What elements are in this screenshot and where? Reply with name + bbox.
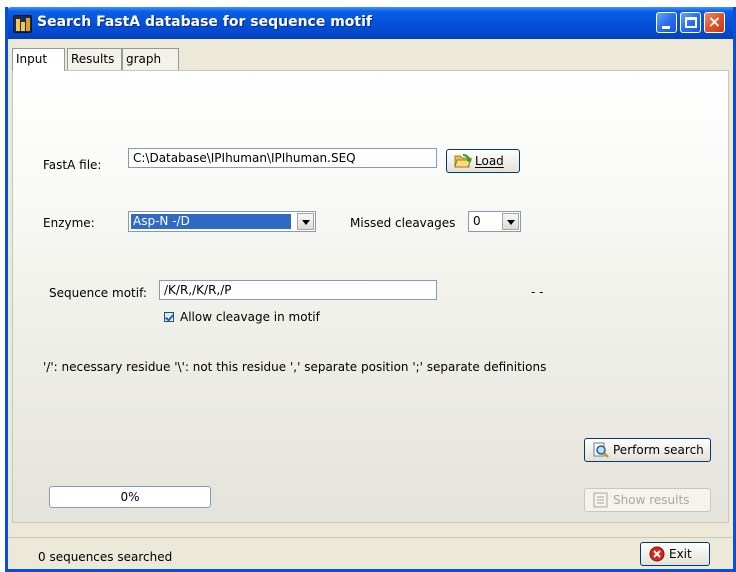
progress-percent-text: 0% bbox=[120, 490, 140, 504]
search-progress-bar: 0% bbox=[49, 486, 211, 508]
input-panel: FastA file: C:\Database\IPIhuman\IPIhuma… bbox=[12, 70, 729, 523]
exit-label: Exit bbox=[669, 547, 692, 561]
missed-cleavages-label: Missed cleavages bbox=[350, 216, 456, 230]
status-bar: 0 sequences searched Exit bbox=[8, 537, 733, 569]
maximize-icon bbox=[685, 17, 697, 28]
show-results-button[interactable]: Show results bbox=[584, 488, 711, 512]
folder-open-icon bbox=[454, 153, 472, 169]
minimize-button[interactable] bbox=[656, 12, 677, 33]
close-button[interactable]: × bbox=[704, 12, 725, 33]
missed-cleavages-value: 0 bbox=[473, 214, 481, 228]
load-button[interactable]: Load bbox=[446, 149, 520, 173]
exit-button[interactable]: Exit bbox=[640, 542, 710, 566]
document-list-icon bbox=[592, 492, 610, 508]
tab-strip: Input Results graph bbox=[8, 39, 733, 71]
motif-status-text: - - bbox=[531, 285, 544, 299]
fasta-file-label: FastA file: bbox=[43, 158, 102, 172]
exit-icon bbox=[648, 546, 666, 562]
sequence-motif-input[interactable]: /K/R,/K/R,/P bbox=[159, 280, 437, 300]
sequence-motif-label: Sequence motif: bbox=[49, 286, 147, 300]
app-icon bbox=[13, 15, 32, 33]
enzyme-select[interactable]: Asp-N -/D bbox=[128, 211, 316, 232]
enzyme-selected-value: Asp-N -/D bbox=[131, 214, 291, 229]
allow-cleavage-checkbox[interactable] bbox=[164, 312, 174, 322]
magnifier-icon bbox=[592, 442, 610, 458]
window-title: Search FastA database for sequence motif bbox=[37, 14, 372, 30]
maximize-button[interactable] bbox=[680, 12, 701, 33]
app-window: Search FastA database for sequence motif… bbox=[5, 7, 736, 572]
title-bar[interactable]: Search FastA database for sequence motif… bbox=[8, 7, 733, 39]
allow-cleavage-label[interactable]: Allow cleavage in motif bbox=[180, 310, 320, 324]
show-results-label: Show results bbox=[613, 493, 690, 507]
missed-cleavages-select[interactable]: 0 bbox=[468, 211, 521, 232]
motif-syntax-help: '/': necessary residue '\': not this res… bbox=[43, 360, 547, 374]
perform-search-button[interactable]: Perform search bbox=[584, 438, 711, 462]
fasta-file-input[interactable]: C:\Database\IPIhuman\IPIhuman.SEQ bbox=[128, 148, 437, 168]
enzyme-label: Enzyme: bbox=[43, 216, 95, 230]
tab-results[interactable]: Results bbox=[67, 48, 122, 70]
close-icon: × bbox=[707, 12, 722, 31]
tab-graph[interactable]: graph bbox=[122, 48, 179, 70]
load-button-label: Load bbox=[475, 154, 504, 168]
chevron-down-icon[interactable] bbox=[297, 213, 314, 230]
tab-input[interactable]: Input bbox=[12, 48, 65, 71]
perform-search-label: Perform search bbox=[613, 443, 704, 457]
status-text: 0 sequences searched bbox=[38, 550, 173, 564]
chevron-down-icon[interactable] bbox=[502, 213, 519, 230]
minimize-icon bbox=[662, 26, 670, 29]
